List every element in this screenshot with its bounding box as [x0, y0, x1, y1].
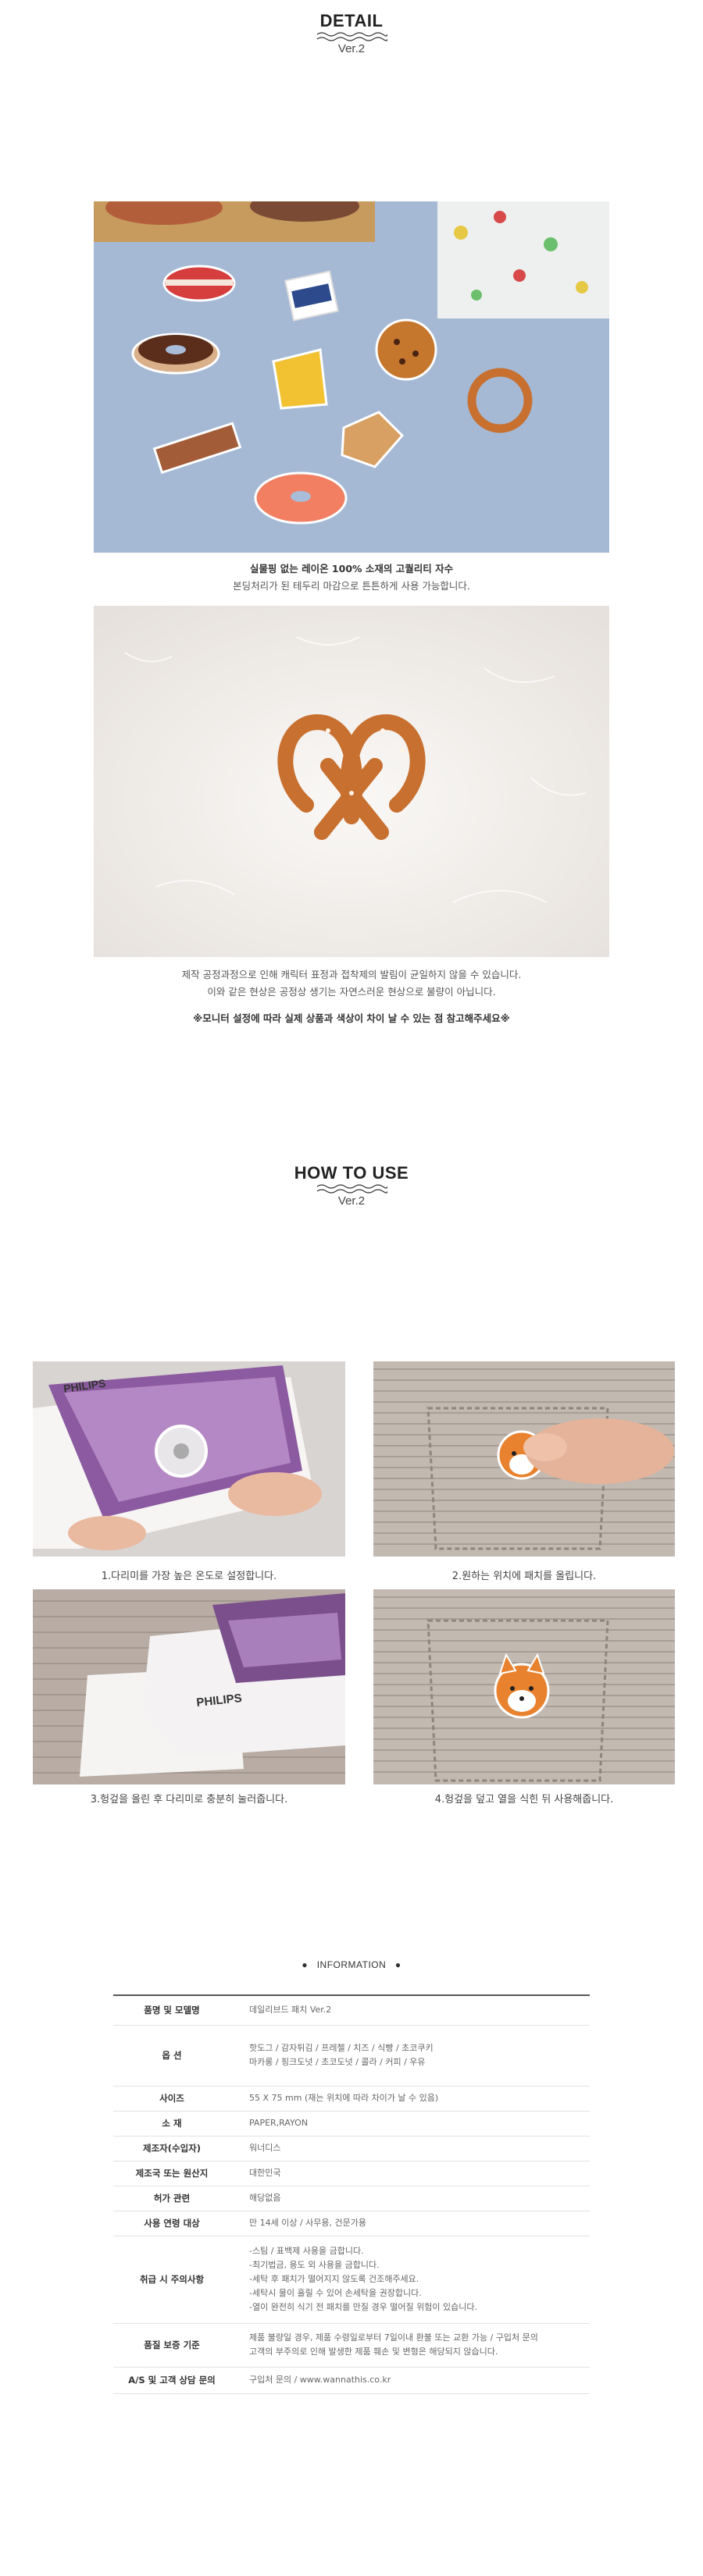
- wave-divider-icon: [316, 32, 387, 41]
- info-key: 품명 및 모델명: [113, 1994, 230, 2026]
- info-row: 사이즈 55 X 75 mm (재는 위치에 따라 차이가 날 수 있음): [113, 2086, 590, 2112]
- info-value: 워너디스: [230, 2136, 590, 2161]
- information-title: INFORMATION: [316, 1959, 387, 1970]
- info-value: 해당없음: [230, 2186, 590, 2211]
- info-row: 제조자(수입자) 워너디스: [113, 2136, 590, 2161]
- info-row: 허가 관련 해당없음: [113, 2186, 590, 2211]
- howto-header: HOW TO USE Ver.2: [0, 1163, 703, 1208]
- product-photo-flatlay: [94, 201, 609, 553]
- detail-title: DETAIL: [319, 11, 384, 30]
- info-value: 데일리브드 패치 Ver.2: [230, 1994, 590, 2026]
- detail-caption-1: 실물핑 없는 레이온 100% 소재의 고퀄리티 자수 본딩처리가 된 테두리 …: [0, 560, 703, 595]
- info-row: A/S 및 고객 상담 문의 구입처 문의 / www.wannathis.co.…: [113, 2367, 590, 2394]
- info-key: 옵 션: [113, 2025, 230, 2087]
- color-notice: ※모니터 설정에 따라 실제 상품과 색상이 차이 날 수 있는 점 참고해주세…: [193, 1012, 510, 1024]
- step-3-photo: PHILIPS: [33, 1589, 345, 1784]
- detail-version: Ver.2: [337, 42, 366, 55]
- product-photo-pretzel: [94, 606, 609, 957]
- info-key: 제조자(수입자): [113, 2136, 230, 2161]
- step-1-caption: 1.다리미를 가장 높은 온도로 설정합니다.: [101, 1571, 277, 1582]
- detail-header: DETAIL Ver.2: [0, 11, 703, 55]
- info-key: 품질 보증 기준: [113, 2323, 230, 2368]
- step-2-caption: 2.원하는 위치에 패치를 올립니다.: [451, 1571, 597, 1582]
- detail-caption-2-line1: 제작 공정과정으로 인해 캐릭터 표정과 접착제의 발림이 균일하지 않을 수 …: [181, 969, 522, 980]
- info-key: 제조국 또는 원산지: [113, 2161, 230, 2186]
- info-row: 옵 션 핫도그 / 감자튀김 / 프레첼 / 치즈 / 식빵 / 초코쿠키 마카롱…: [113, 2025, 590, 2087]
- step-3-caption: 3.헝겊을 올린 후 다리미로 충분히 눌러줍니다.: [90, 1794, 288, 1806]
- howto-title: HOW TO USE: [294, 1163, 409, 1183]
- info-value: 대한민국: [230, 2161, 590, 2186]
- info-key: 사이즈: [113, 2086, 230, 2112]
- step-2-photo: [373, 1361, 675, 1557]
- info-value: 제품 불량일 경우, 제품 수령일로부터 7일이내 환불 또는 교환 가능 / …: [230, 2323, 590, 2368]
- detail-caption-1-line2: 본딩처리가 된 테두리 마감으로 튼튼하게 사용 가능합니다.: [233, 580, 470, 592]
- bullet-icon: ●: [302, 1959, 309, 1970]
- info-value: PAPER,RAYON: [230, 2111, 590, 2137]
- info-value: 만 14세 이상 / 사무용, 건문가용: [230, 2211, 590, 2236]
- howto-version: Ver.2: [337, 1194, 366, 1208]
- info-value: -스팀 / 표백제 사용을 금합니다. -최기법금, 용도 외 사용을 금합니다…: [230, 2236, 590, 2324]
- info-key: 취급 시 주의사항: [113, 2236, 230, 2324]
- info-key: 허가 관련: [113, 2186, 230, 2211]
- information-table: 품명 및 모델명 데일리브드 패치 Ver.2 옵 션 핫도그 / 감자튀김 / 프레…: [113, 1994, 590, 2394]
- info-row: 소 재 PAPER,RAYON: [113, 2111, 590, 2137]
- detail-caption-2: 제작 공정과정으로 인해 캐릭터 표정과 접착제의 발림이 균일하지 않을 수 …: [0, 966, 703, 1027]
- info-key: 사용 연령 대상: [113, 2211, 230, 2236]
- info-key: 소 재: [113, 2111, 230, 2137]
- step-1-photo: PHILIPS: [33, 1361, 345, 1557]
- info-row: 품질 보증 기준 제품 불량일 경우, 제품 수령일로부터 7일이내 환불 또는 …: [113, 2323, 590, 2368]
- step-4-caption: 4.헝겊을 덮고 열을 식힌 뒤 사용해줍니다.: [434, 1794, 614, 1806]
- information-heading: ● INFORMATION ●: [0, 1959, 703, 1970]
- step-4-photo: [373, 1589, 675, 1784]
- detail-caption-1-line1: 실물핑 없는 레이온 100% 소재의 고퀄리티 자수: [249, 563, 454, 575]
- info-value: 55 X 75 mm (재는 위치에 따라 차이가 날 수 있음): [230, 2086, 590, 2112]
- info-row: 사용 연령 대상 만 14세 이상 / 사무용, 건문가용: [113, 2211, 590, 2236]
- info-value: 구입처 문의 / www.wannathis.co.kr: [230, 2367, 590, 2394]
- info-value: 핫도그 / 감자튀김 / 프레첼 / 치즈 / 식빵 / 초코쿠키 마카롱 / …: [230, 2025, 590, 2087]
- detail-caption-2-line2: 이와 같은 현상은 공정상 생기는 자연스러운 현상으로 불량이 아닙니다.: [207, 986, 496, 998]
- info-row: 품명 및 모델명 데일리브드 패치 Ver.2: [113, 1994, 590, 2026]
- info-key: A/S 및 고객 상담 문의: [113, 2367, 230, 2394]
- bullet-icon: ●: [394, 1959, 401, 1970]
- wave-divider-icon: [316, 1184, 387, 1194]
- info-row: 제조국 또는 원산지 대한민국: [113, 2161, 590, 2186]
- info-row: 취급 시 주의사항 -스팀 / 표백제 사용을 금합니다. -최기법금, 용도 외…: [113, 2236, 590, 2324]
